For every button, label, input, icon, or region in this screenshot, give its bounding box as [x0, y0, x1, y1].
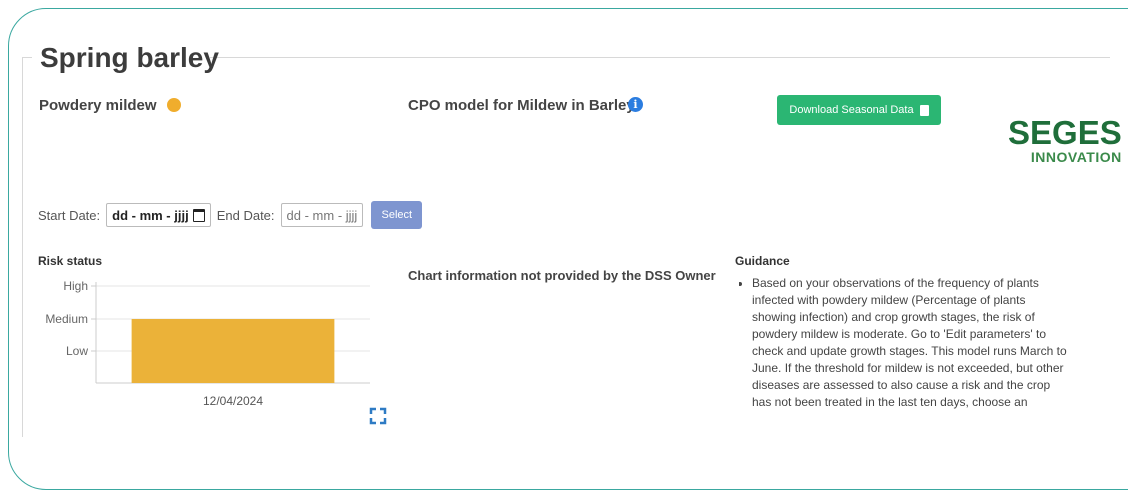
y-tick-label: Medium	[45, 312, 88, 326]
risk-bar	[131, 319, 335, 383]
guidance-text: Based on your observations of the freque…	[739, 275, 1071, 425]
start-date-label: Start Date:	[38, 207, 101, 223]
download-seasonal-data-button[interactable]: Download Seasonal Data	[777, 95, 941, 125]
x-tick-label: 12/04/2024	[203, 394, 263, 408]
start-date-input[interactable]: dd - mm - jjjj	[106, 203, 211, 227]
end-date-input[interactable]: dd - mm - jjjj	[280, 203, 364, 227]
fieldset-border	[22, 57, 32, 58]
y-tick-label: Low	[66, 344, 88, 358]
disease-name: Powdery mildew	[39, 97, 157, 114]
fieldset-border	[210, 57, 1110, 58]
y-tick-label: High	[63, 279, 88, 293]
chart-info-message: Chart information not provided by the DS…	[408, 268, 716, 283]
logo-line1: SEGES	[1008, 114, 1122, 151]
seges-logo: SEGES INNOVATION	[1008, 116, 1122, 164]
risk-chart: Low Medium High 12/04/2024	[45, 279, 370, 408]
calendar-icon[interactable]	[192, 208, 205, 222]
guidance-item: Based on your observations of the freque…	[752, 275, 1071, 411]
end-date-label: End Date:	[216, 207, 275, 223]
guidance-title: Guidance	[735, 254, 790, 268]
end-date-value: dd - mm - jjjj	[286, 207, 358, 223]
status-indicator	[167, 98, 181, 112]
download-button-label: Download Seasonal Data	[789, 104, 914, 116]
model-title: CPO model for Mildew in Barley	[408, 97, 635, 114]
risk-status-title: Risk status	[38, 254, 103, 268]
info-icon[interactable]: i	[628, 97, 643, 112]
file-icon	[919, 104, 929, 116]
logo-line2: INNOVATION	[1030, 149, 1122, 165]
start-date-value: dd - mm - jjjj	[112, 207, 189, 223]
date-filter: Start Date: dd - mm - jjjj End Date: dd …	[38, 201, 423, 229]
page-title: Spring barley	[40, 42, 219, 73]
expand-icon[interactable]	[369, 407, 387, 425]
select-button[interactable]: Select	[371, 201, 423, 229]
fieldset-border	[22, 57, 23, 437]
